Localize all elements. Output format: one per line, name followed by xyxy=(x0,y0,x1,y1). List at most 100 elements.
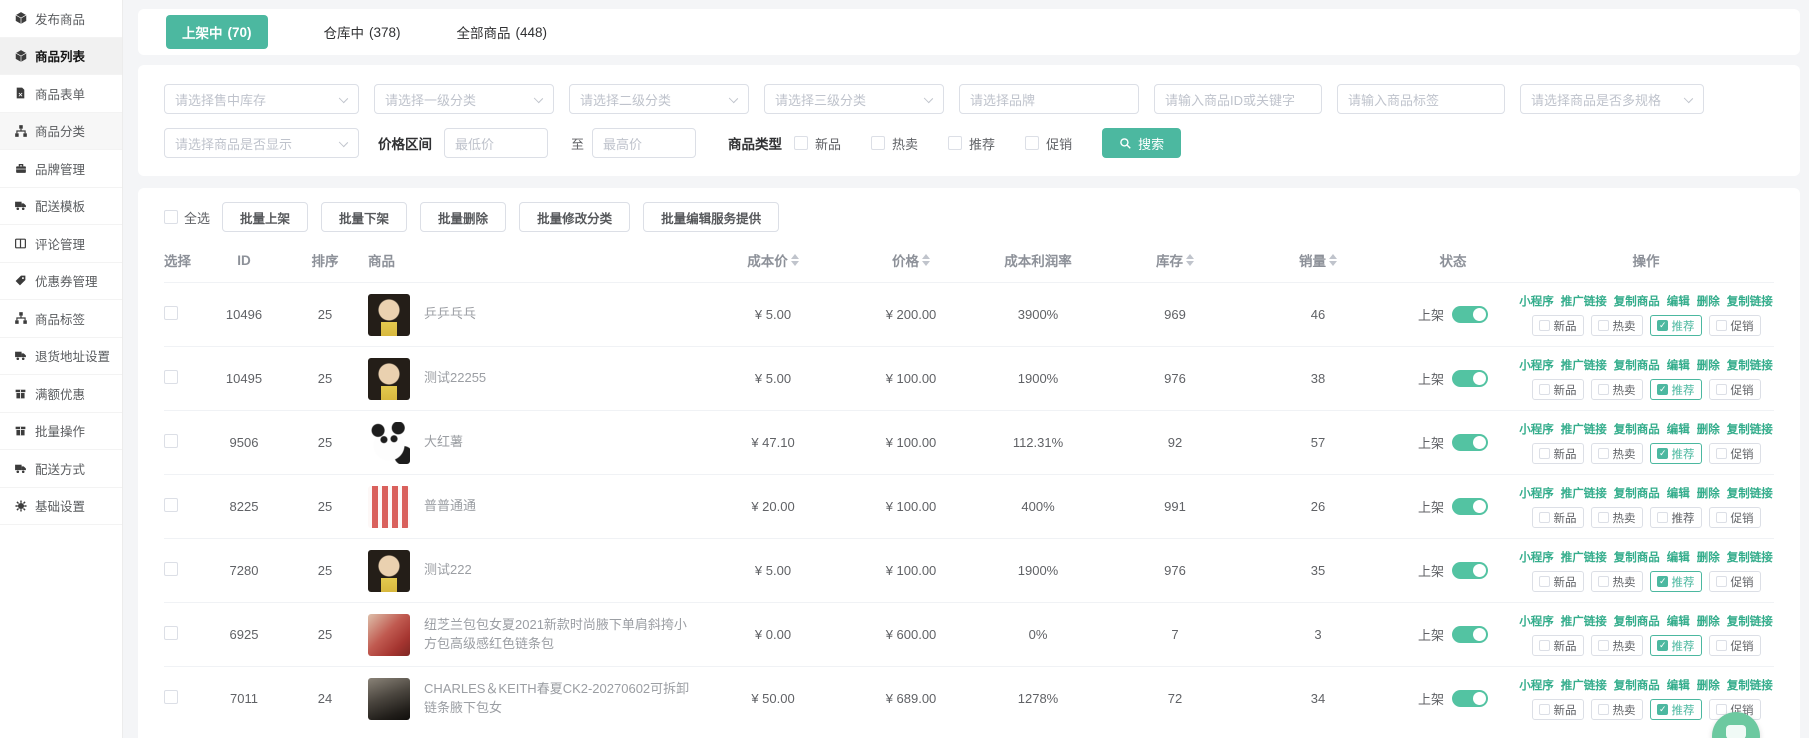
status-toggle[interactable] xyxy=(1452,498,1488,515)
op-link[interactable]: 复制链接 xyxy=(1727,421,1773,437)
op-link[interactable]: 编辑 xyxy=(1667,549,1690,565)
op-link[interactable]: 推广链接 xyxy=(1561,549,1607,565)
row-checkbox[interactable] xyxy=(164,626,178,640)
category-level3-select[interactable]: 请选择三级分类 xyxy=(764,84,944,114)
op-link[interactable]: 编辑 xyxy=(1667,421,1690,437)
status-toggle[interactable] xyxy=(1452,434,1488,451)
product-type-tag-button[interactable]: 推荐 xyxy=(1650,379,1702,400)
op-link[interactable]: 复制商品 xyxy=(1614,613,1660,629)
op-link[interactable]: 删除 xyxy=(1697,421,1720,437)
op-link[interactable]: 复制商品 xyxy=(1614,293,1660,309)
multi-spec-select[interactable]: 请选择商品是否多规格 xyxy=(1520,84,1704,114)
op-link[interactable]: 复制链接 xyxy=(1727,677,1773,693)
op-link[interactable]: 复制商品 xyxy=(1614,421,1660,437)
product-type-tag-button[interactable]: 促销 xyxy=(1709,507,1761,528)
tab-in-warehouse[interactable]: 仓库中 (378) xyxy=(324,22,401,42)
op-link[interactable]: 小程序 xyxy=(1519,421,1554,437)
sidebar-item-review-management[interactable]: 评论管理 xyxy=(0,225,122,263)
row-checkbox[interactable] xyxy=(164,690,178,704)
op-link[interactable]: 删除 xyxy=(1697,677,1720,693)
product-type-tag-button[interactable]: 推荐 xyxy=(1650,635,1702,656)
row-checkbox[interactable] xyxy=(164,562,178,576)
batch-edit-category-button[interactable]: 批量修改分类 xyxy=(519,202,630,232)
op-link[interactable]: 推广链接 xyxy=(1561,421,1607,437)
op-link[interactable]: 编辑 xyxy=(1667,357,1690,373)
op-link[interactable]: 复制商品 xyxy=(1614,485,1660,501)
product-type-tag-button[interactable]: 热卖 xyxy=(1591,699,1643,720)
product-type-tag-button[interactable]: 促销 xyxy=(1709,443,1761,464)
sidebar-item-basic-settings[interactable]: 基础设置 xyxy=(0,488,122,526)
product-id-keyword-input[interactable]: 请输入商品ID或关键字 xyxy=(1154,84,1322,114)
sort-arrows-icon[interactable] xyxy=(1186,254,1194,266)
product-type-tag-button[interactable]: 新品 xyxy=(1532,507,1584,528)
display-filter-select[interactable]: 请选择商品是否显示 xyxy=(164,128,359,158)
product-type-tag-button[interactable]: 热卖 xyxy=(1591,315,1643,336)
product-type-tag-button[interactable]: 推荐 xyxy=(1650,315,1702,336)
sort-arrows-icon[interactable] xyxy=(791,254,799,266)
sidebar-item-publish-product[interactable]: 发布商品 xyxy=(0,0,122,38)
op-link[interactable]: 小程序 xyxy=(1519,677,1554,693)
type-checkbox-recommend[interactable]: 推荐 xyxy=(948,134,995,153)
select-all-checkbox[interactable]: 全选 xyxy=(164,208,210,227)
product-type-tag-button[interactable]: 推荐 xyxy=(1650,507,1702,528)
max-price-input[interactable]: 最高价 xyxy=(592,128,696,158)
op-link[interactable]: 复制链接 xyxy=(1727,293,1773,309)
op-link[interactable]: 删除 xyxy=(1697,293,1720,309)
product-type-tag-button[interactable]: 促销 xyxy=(1709,315,1761,336)
op-link[interactable]: 小程序 xyxy=(1519,485,1554,501)
product-type-tag-button[interactable]: 热卖 xyxy=(1591,443,1643,464)
status-toggle[interactable] xyxy=(1452,690,1488,707)
op-link[interactable]: 小程序 xyxy=(1519,357,1554,373)
sidebar-item-brand-management[interactable]: 品牌管理 xyxy=(0,150,122,188)
batch-off-sale-button[interactable]: 批量下架 xyxy=(321,202,407,232)
brand-select[interactable]: 请选择品牌 xyxy=(959,84,1139,114)
sidebar-item-full-discount[interactable]: 满额优惠 xyxy=(0,375,122,413)
op-link[interactable]: 删除 xyxy=(1697,357,1720,373)
op-link[interactable]: 小程序 xyxy=(1519,613,1554,629)
stock-filter-select[interactable]: 请选择售中库存 xyxy=(164,84,359,114)
batch-delete-button[interactable]: 批量删除 xyxy=(420,202,506,232)
op-link[interactable]: 编辑 xyxy=(1667,613,1690,629)
status-toggle[interactable] xyxy=(1452,562,1488,579)
product-type-tag-button[interactable]: 新品 xyxy=(1532,379,1584,400)
product-type-tag-button[interactable]: 新品 xyxy=(1532,571,1584,592)
sort-arrows-icon[interactable] xyxy=(1329,254,1337,266)
tab-on-sale[interactable]: 上架中 (70) xyxy=(166,15,268,49)
category-level1-select[interactable]: 请选择一级分类 xyxy=(374,84,554,114)
op-link[interactable]: 复制商品 xyxy=(1614,357,1660,373)
sidebar-item-return-address[interactable]: 退货地址设置 xyxy=(0,338,122,376)
sidebar-item-product-tag[interactable]: 商品标签 xyxy=(0,300,122,338)
op-link[interactable]: 删除 xyxy=(1697,485,1720,501)
product-type-tag-button[interactable]: 推荐 xyxy=(1650,443,1702,464)
sidebar-item-shipping-template[interactable]: 配送模板 xyxy=(0,188,122,226)
op-link[interactable]: 推广链接 xyxy=(1561,677,1607,693)
row-checkbox[interactable] xyxy=(164,306,178,320)
type-checkbox-new[interactable]: 新品 xyxy=(794,134,841,153)
tab-all-products[interactable]: 全部商品 (448) xyxy=(457,22,548,42)
product-type-tag-button[interactable]: 热卖 xyxy=(1591,635,1643,656)
product-type-tag-button[interactable]: 推荐 xyxy=(1650,699,1702,720)
status-toggle[interactable] xyxy=(1452,306,1488,323)
op-link[interactable]: 推广链接 xyxy=(1561,485,1607,501)
sidebar-item-coupon-management[interactable]: 优惠券管理 xyxy=(0,263,122,301)
op-link[interactable]: 复制商品 xyxy=(1614,677,1660,693)
product-type-tag-button[interactable]: 新品 xyxy=(1532,635,1584,656)
type-checkbox-promo[interactable]: 促销 xyxy=(1025,134,1072,153)
min-price-input[interactable]: 最低价 xyxy=(444,128,548,158)
row-checkbox[interactable] xyxy=(164,370,178,384)
op-link[interactable]: 推广链接 xyxy=(1561,613,1607,629)
category-level2-select[interactable]: 请选择二级分类 xyxy=(569,84,749,114)
op-link[interactable]: 复制链接 xyxy=(1727,485,1773,501)
batch-edit-service-button[interactable]: 批量编辑服务提供 xyxy=(643,202,779,232)
row-checkbox[interactable] xyxy=(164,498,178,512)
product-type-tag-button[interactable]: 促销 xyxy=(1709,571,1761,592)
product-type-tag-button[interactable]: 热卖 xyxy=(1591,379,1643,400)
product-type-tag-button[interactable]: 促销 xyxy=(1709,635,1761,656)
product-type-tag-button[interactable]: 推荐 xyxy=(1650,571,1702,592)
sidebar-item-batch-operation[interactable]: 批量操作 xyxy=(0,413,122,451)
product-tag-input[interactable]: 请输入商品标签 xyxy=(1337,84,1505,114)
product-type-tag-button[interactable]: 热卖 xyxy=(1591,571,1643,592)
product-type-tag-button[interactable]: 热卖 xyxy=(1591,507,1643,528)
op-link[interactable]: 复制商品 xyxy=(1614,549,1660,565)
op-link[interactable]: 删除 xyxy=(1697,549,1720,565)
